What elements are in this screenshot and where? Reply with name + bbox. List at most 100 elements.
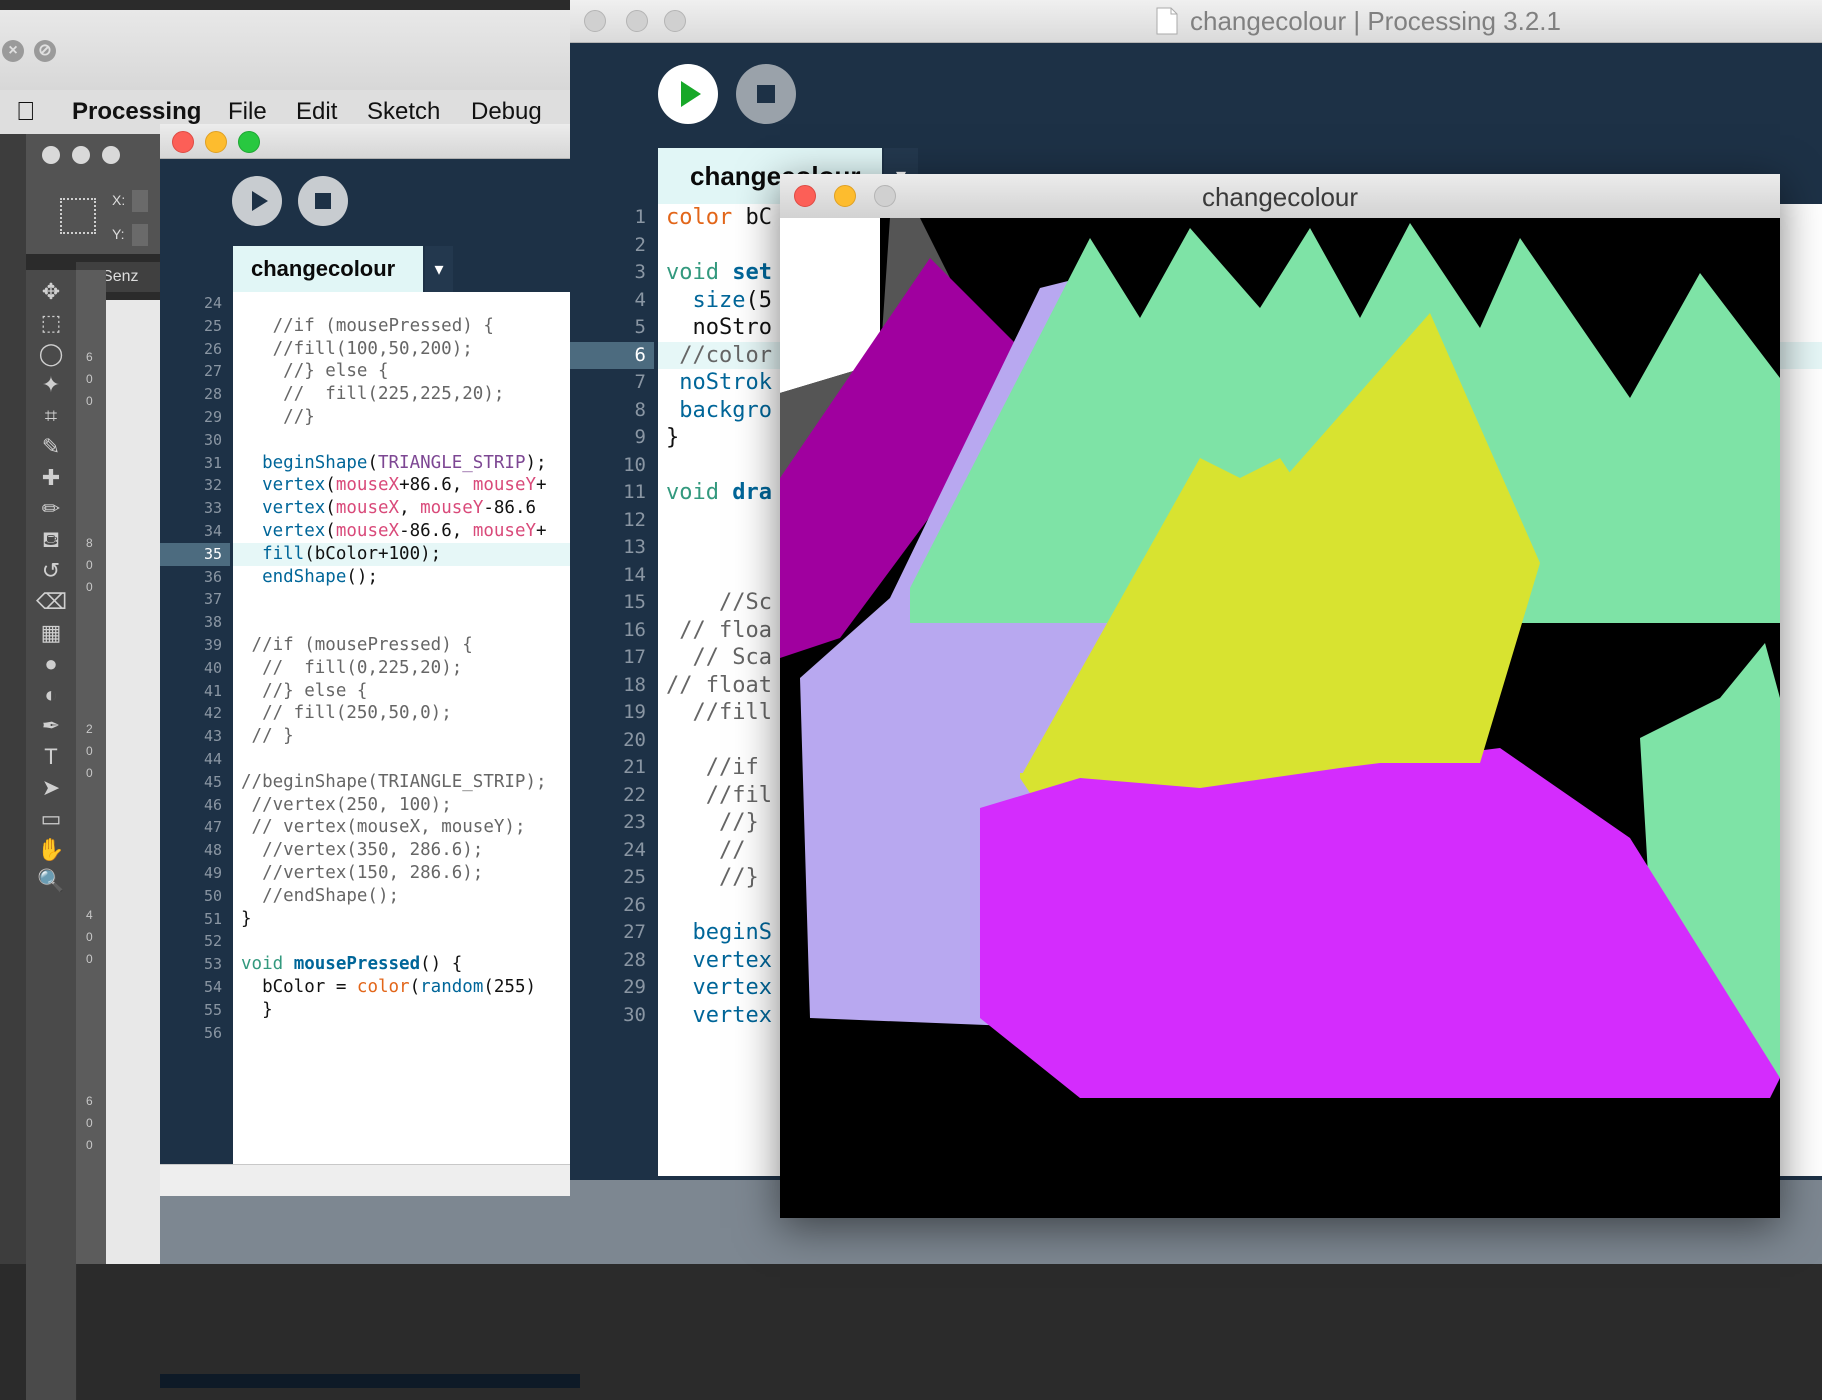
ruler-mark: 0 [86, 558, 93, 572]
y-stepper[interactable] [132, 224, 148, 246]
line-number: 46 [203, 795, 222, 814]
background-window-titlebar: × ⊘ [0, 10, 575, 91]
sketch-window: changecolour [780, 174, 1780, 1218]
path-select-icon[interactable]: ➤ [36, 774, 66, 802]
line-number: 6 [634, 343, 646, 366]
tab-menu-arrow[interactable]: ▾ [425, 246, 453, 292]
menu-edit[interactable]: Edit [296, 98, 337, 126]
stop-button[interactable] [736, 64, 796, 124]
panel-zoom-icon[interactable] [102, 146, 120, 164]
shape-icon[interactable]: ▭ [36, 805, 66, 833]
apple-icon[interactable]:  [16, 96, 36, 127]
code-line: //Sc [718, 590, 772, 615]
reference-point-icon[interactable] [60, 198, 96, 234]
magic-wand-icon[interactable]: ✦ [36, 371, 66, 399]
zoom-button[interactable] [238, 131, 260, 153]
close-button[interactable] [584, 10, 606, 32]
close-icon[interactable]: × [2, 40, 24, 62]
menu-sketch[interactable]: Sketch [367, 98, 440, 126]
ruler-mark: 0 [86, 766, 93, 780]
type-icon[interactable]: T [36, 743, 66, 771]
ruler-mark: 0 [86, 930, 93, 944]
code-line: vertex(mouseX-86.6, mouseY+ [262, 521, 547, 541]
stamp-icon[interactable]: ⛾ [36, 526, 66, 554]
code-line: vertex [692, 975, 772, 1000]
line-number: 34 [203, 522, 222, 540]
panel-minimize-icon[interactable] [72, 146, 90, 164]
line-number: 12 [623, 508, 646, 531]
photoshop-toolbar: ✥ ⬚ ◯ ✦ ⌗ ✎ ✚ ✏ ⛾ ↺ ⌫ ▦ ● ◐ ✒ T ➤ ▭ ✋ 🔍 [26, 270, 77, 1400]
dodge-icon[interactable]: ◐ [36, 681, 66, 709]
move-icon[interactable]: ✥ [36, 278, 66, 306]
hand-icon[interactable]: ✋ [36, 836, 66, 864]
ruler-mark: 0 [86, 372, 93, 386]
code-editor[interactable]: //if (mousePressed) { //fill(100,50,200)… [233, 292, 580, 1164]
code-line: // fill(225,225,20); [283, 384, 505, 405]
code-line: //if (mousePressed) { [251, 635, 473, 655]
code-line: //fil [705, 782, 772, 808]
sketch-titlebar: changecolour [780, 174, 1780, 219]
line-number: 32 [203, 476, 222, 495]
line-number: 51 [203, 909, 222, 928]
blur-icon[interactable]: ● [36, 650, 66, 678]
stop-icon [757, 85, 775, 103]
close-button[interactable] [172, 131, 194, 153]
line-number: 14 [623, 563, 646, 586]
line-number: 18 [623, 673, 646, 696]
minimize-button[interactable] [626, 10, 648, 32]
code-line: endShape(); [262, 566, 378, 587]
minimize-icon[interactable]: ⊘ [34, 40, 56, 62]
ruler-mark: 6 [86, 350, 93, 364]
zoom-button[interactable] [664, 10, 686, 32]
run-button[interactable] [658, 64, 718, 124]
document-icon [1156, 7, 1178, 35]
ruler-mark: 0 [86, 1116, 93, 1130]
crop-icon[interactable]: ⌗ [36, 402, 66, 430]
line-number: 25 [203, 316, 222, 335]
line-number: 15 [623, 591, 646, 613]
code-line: // float [666, 672, 772, 698]
line-number: 44 [203, 750, 222, 768]
photoshop-options-panel: X: Y: [26, 134, 166, 254]
line-number: 5 [634, 316, 646, 338]
stop-button[interactable] [298, 176, 348, 226]
eyedropper-icon[interactable]: ✎ [36, 433, 66, 461]
line-number: 53 [203, 955, 222, 974]
menu-app-name[interactable]: Processing [72, 98, 201, 126]
code-line: //endShape(); [262, 885, 400, 906]
line-number: 22 [623, 783, 646, 806]
play-icon [681, 81, 701, 107]
minimize-button[interactable] [205, 131, 227, 153]
left-footer [160, 1374, 580, 1388]
marquee-icon[interactable]: ⬚ [36, 309, 66, 337]
tab-changecolour[interactable]: changecolour [233, 246, 423, 292]
line-number: 50 [203, 886, 222, 905]
line-number: 13 [623, 536, 646, 558]
menu-file[interactable]: File [228, 98, 267, 126]
x-label: X: [112, 192, 126, 208]
lasso-icon[interactable]: ◯ [36, 340, 66, 368]
x-stepper[interactable] [132, 190, 148, 212]
menu-debug[interactable]: Debug [471, 98, 542, 126]
panel-close-icon[interactable] [42, 146, 60, 164]
zoom-icon[interactable]: 🔍 [36, 867, 66, 895]
line-number: 27 [623, 921, 646, 943]
code-line: vertex(mouseX, mouseY-86.6 [262, 498, 537, 519]
pen-icon[interactable]: ✒ [36, 712, 66, 740]
code-line: // fill(0,225,20); [262, 657, 463, 678]
line-number: 41 [203, 681, 222, 700]
brush-icon[interactable]: ✏ [36, 495, 66, 523]
processing-window-left: changecolour ▾ 24 25 26 27 28 29 30 31 32 33 34 35 3… [160, 124, 580, 1388]
line-number: 29 [203, 408, 222, 426]
sketch-canvas[interactable] [780, 218, 1780, 1218]
healing-icon[interactable]: ✚ [36, 464, 66, 492]
run-button[interactable] [232, 176, 282, 226]
code-line: void mousePressed() { [241, 954, 463, 975]
code-line: vertex [692, 947, 772, 973]
eraser-icon[interactable]: ⌫ [36, 588, 67, 616]
gradient-icon[interactable]: ▦ [36, 619, 66, 647]
line-number: 43 [203, 727, 222, 746]
history-brush-icon[interactable]: ↺ [36, 557, 66, 585]
ruler-mark: 2 [86, 722, 93, 736]
line-number: 4 [634, 288, 646, 311]
